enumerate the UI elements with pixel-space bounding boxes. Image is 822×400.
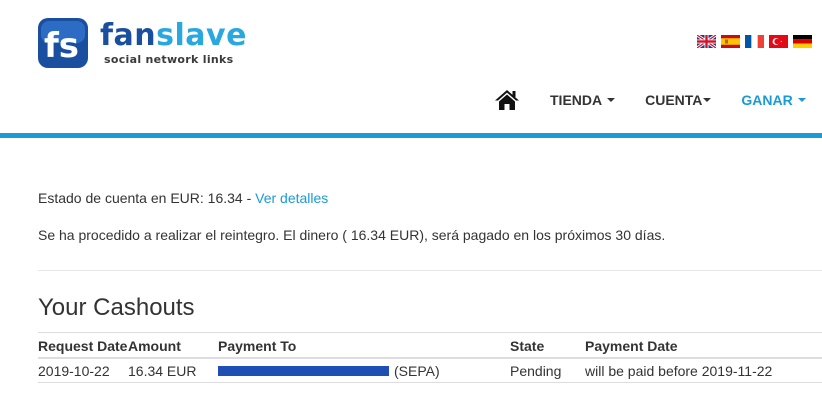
- chevron-down-icon: [703, 98, 712, 102]
- chevron-down-icon: [797, 98, 806, 102]
- cell-request-date: 2019-10-22: [38, 363, 110, 379]
- nav-item-ganar-label: GANAR: [741, 92, 793, 108]
- nav-item-cuenta-label: CUENTA: [645, 92, 703, 108]
- svg-text:fs: fs: [44, 26, 79, 66]
- brand-tagline: social network links: [104, 53, 234, 66]
- column-header-payment-date: Payment Date: [585, 338, 678, 354]
- brand-name-part1: fan: [100, 18, 157, 53]
- payment-method: (SEPA): [394, 363, 440, 379]
- nav-item-tienda[interactable]: TIENDA: [550, 92, 616, 108]
- cell-payment-date: will be paid before 2019-11-22: [585, 363, 773, 379]
- fanslave-logo-icon: fs: [38, 18, 88, 68]
- brand-name: fanslave: [100, 21, 247, 51]
- main-nav: TIENDA CUENTA GANAR: [494, 86, 806, 114]
- fanslave-logo[interactable]: fs fanslave social network links: [38, 18, 248, 70]
- redacted-account-bar: [218, 366, 389, 377]
- account-balance-text: Estado de cuenta en EUR: 16.34 -: [38, 190, 256, 206]
- nav-item-tienda-label: TIENDA: [550, 92, 603, 108]
- france-flag-icon[interactable]: [745, 35, 764, 48]
- cashouts-title: Your Cashouts: [38, 294, 195, 321]
- brand-name-part2: slave: [156, 18, 247, 53]
- column-header-payment-to: Payment To: [218, 338, 297, 354]
- nav-item-cuenta[interactable]: CUENTA: [645, 92, 712, 108]
- home-button[interactable]: [494, 88, 520, 112]
- withdrawal-message: Se ha procedido a realizar el reintegro.…: [38, 227, 666, 243]
- table-row: 2019-10-22 16.34 EUR (SEPA) Pending will…: [38, 359, 822, 383]
- home-icon: [495, 90, 519, 110]
- uk-flag-icon[interactable]: [697, 35, 716, 48]
- column-header-amount: Amount: [128, 338, 181, 354]
- language-selector: [697, 35, 812, 48]
- content-divider: [38, 270, 822, 271]
- site-header: fs fanslave social network links TIENDA …: [0, 0, 822, 133]
- cell-amount: 16.34 EUR: [128, 363, 197, 379]
- view-details-link[interactable]: Ver detalles: [255, 190, 328, 206]
- chevron-down-icon: [607, 98, 616, 102]
- turkey-flag-icon[interactable]: [769, 35, 788, 48]
- nav-item-ganar[interactable]: GANAR: [741, 92, 806, 108]
- header-accent-bar: [0, 133, 822, 138]
- column-header-state: State: [510, 338, 545, 354]
- cell-state: Pending: [510, 363, 562, 379]
- table-header-row: Request Date Amount Payment To State Pay…: [38, 332, 822, 359]
- cashouts-table: Request Date Amount Payment To State Pay…: [38, 332, 822, 383]
- account-balance-line: Estado de cuenta en EUR: 16.34 - Ver det…: [38, 190, 328, 206]
- germany-flag-icon[interactable]: [793, 35, 812, 48]
- spain-flag-icon[interactable]: [721, 35, 740, 48]
- cell-payment-to: (SEPA): [218, 363, 440, 379]
- column-header-request-date: Request Date: [38, 338, 128, 354]
